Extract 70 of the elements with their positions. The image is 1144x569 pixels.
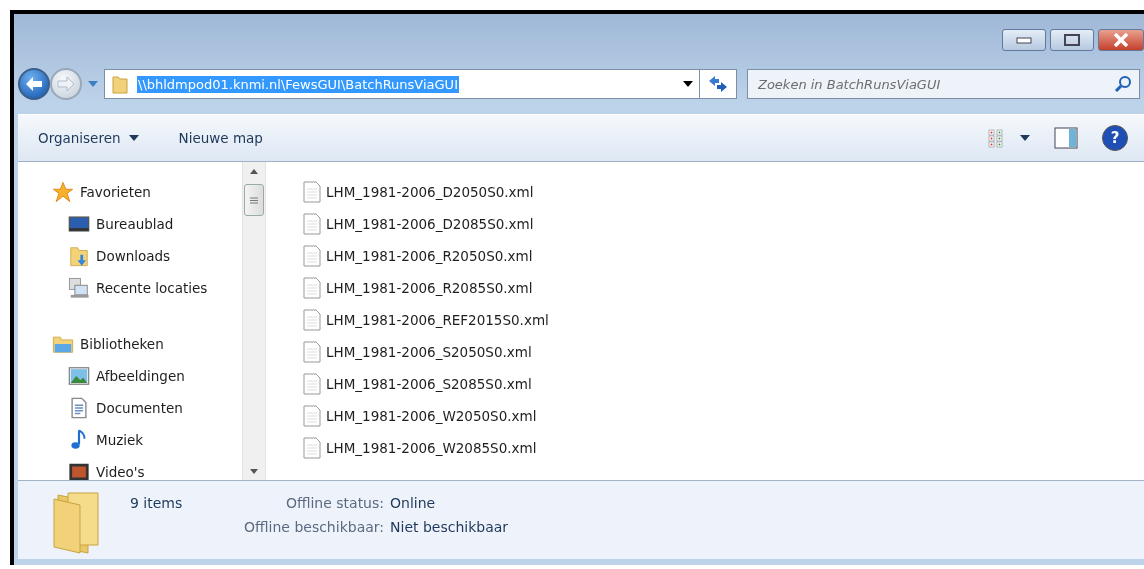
preview-pane-button[interactable] [1054,127,1078,149]
file-name[interactable]: LHM_1981-2006_S2050S0.xml [326,344,532,360]
property-value: Niet beschikbaar [390,519,509,535]
picture-icon [68,365,90,387]
scrollbar[interactable] [242,162,266,480]
nav-group[interactable]: Bibliotheken [80,336,164,352]
refresh-button[interactable] [699,69,737,99]
library-folder-icon [52,333,74,355]
organize-menu-button[interactable]: Organiseren [38,126,139,150]
file-icon [302,309,322,331]
item-count: 9 items [130,495,184,511]
close-button[interactable] [1098,29,1144,51]
file-icon [302,373,322,395]
grip-icon [250,196,258,204]
property-label: Offline beschikbaar: [244,519,384,535]
file-name[interactable]: LHM_1981-2006_D2085S0.xml [326,216,534,232]
nav-item[interactable]: Documenten [96,400,183,416]
caret-icon [1020,135,1030,141]
file-name[interactable]: LHM_1981-2006_W2050S0.xml [326,408,537,424]
refresh-arrows-icon [707,75,729,93]
file-icon [302,213,322,235]
download-folder-icon [68,245,90,267]
file-icon [302,181,322,203]
maximize-button[interactable] [1050,29,1094,51]
scroll-thumb[interactable] [244,184,264,216]
film-icon [68,461,90,480]
caret-icon [128,135,139,141]
help-button[interactable]: ? [1102,125,1128,151]
file-name[interactable]: LHM_1981-2006_R2085S0.xml [326,280,533,296]
file-name[interactable]: LHM_1981-2006_D2050S0.xml [326,184,534,200]
search-field[interactable]: Zoeken in BatchRunsViaGUI [747,69,1140,99]
pane-icon [1054,127,1078,149]
file-name[interactable]: LHM_1981-2006_W2085S0.xml [326,440,537,456]
view-options-button[interactable] [988,128,1030,148]
file-icon [302,437,322,459]
monitor-icon [68,213,90,235]
back-arrow-icon [25,76,43,92]
new-folder-button[interactable]: Nieuwe map [178,126,263,150]
minimize-button[interactable] [1002,29,1046,51]
minimize-icon [1016,36,1032,44]
nav-item[interactable]: Muziek [96,432,144,448]
star-icon [52,181,74,203]
down-arrow-icon [250,468,258,474]
folder-icon [111,74,129,94]
back-button[interactable] [18,68,50,100]
nav-item[interactable]: Video's [96,464,145,480]
file-icon [302,245,322,267]
property-label: Offline status: [284,495,384,511]
nav-item[interactable]: Bureaublad [96,216,174,232]
document-icon [68,397,90,419]
file-icon [302,405,322,427]
nav-item[interactable]: Downloads [96,248,171,264]
property-value: Online [390,495,437,511]
dropdown-caret-icon[interactable] [683,81,693,87]
nav-item[interactable]: Afbeeldingen [96,368,185,384]
search-icon [1114,75,1132,93]
file-name[interactable]: LHM_1981-2006_R2050S0.xml [326,248,533,264]
nav-item[interactable]: Recente locaties [96,280,208,296]
caret-icon [88,81,98,87]
maximize-icon [1064,34,1080,46]
up-arrow-icon [250,168,258,174]
recent-places-icon [68,277,90,299]
nav-group[interactable]: Favorieten [80,184,151,200]
file-name[interactable]: LHM_1981-2006_REF2015S0.xml [326,312,549,328]
file-icon [302,341,322,363]
address-path: \\bhldmpod01.knmi.nl\FewsGUI\BatchRunsViaGUI [137,75,459,93]
close-icon [1113,33,1129,47]
file-icon [302,277,322,299]
file-name[interactable]: LHM_1981-2006_S2085S0.xml [326,376,532,392]
forward-arrow-icon [57,76,75,92]
